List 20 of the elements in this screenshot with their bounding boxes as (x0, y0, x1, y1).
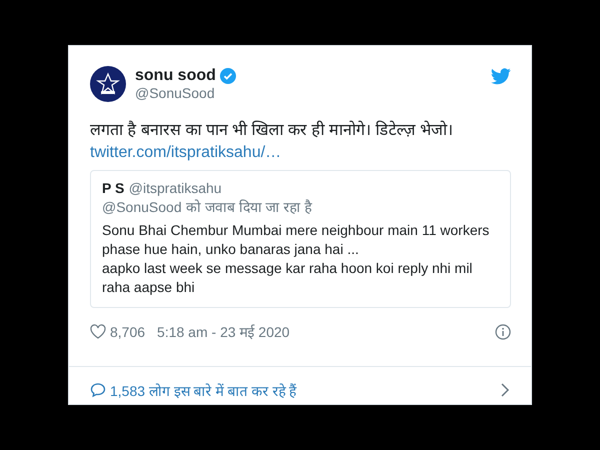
reply-to-handle: @SonuSood (102, 199, 182, 215)
conversation-link[interactable]: 1,583 लोग इस बारे में बात कर रहे हैं (110, 380, 296, 400)
quoted-author-handle: @itspratiksahu (128, 180, 222, 196)
quoted-text: Sonu Bhai Chembur Mumbai mere neighbour main 11 workers phase hue hain, unko banaras jana hai ... (102, 221, 490, 259)
chevron-icon[interactable] (499, 383, 511, 397)
avatar-icon[interactable] (90, 66, 126, 102)
heart-icon[interactable] (90, 324, 106, 339)
tweet-link[interactable]: twitter.com/itspratiksahu/… (90, 144, 282, 162)
author-handle[interactable]: @SonuSood (135, 85, 482, 101)
timestamp[interactable]: 5:18 am - 23 मई 2020 (157, 322, 290, 341)
tweet-text: लगता है बनारस का पान भी खिला कर ही मानोगे। डिटेल्ज़ भेजो। (90, 120, 454, 141)
info-icon[interactable] (495, 324, 511, 340)
comment-icon[interactable] (90, 382, 106, 398)
quoted-author-name: P S (102, 180, 124, 196)
like-count: 8,706 (110, 324, 146, 340)
quoted-tweet[interactable] (90, 170, 511, 308)
reply-label: को जवाब दिया जा रहा है (186, 199, 312, 215)
bird-icon[interactable] (491, 68, 511, 85)
author-name[interactable]: sonu sood (135, 67, 216, 85)
quoted-text: aapko last week se message kar raha hoon koi reply nhi mil raha aapse bhi (102, 259, 474, 297)
